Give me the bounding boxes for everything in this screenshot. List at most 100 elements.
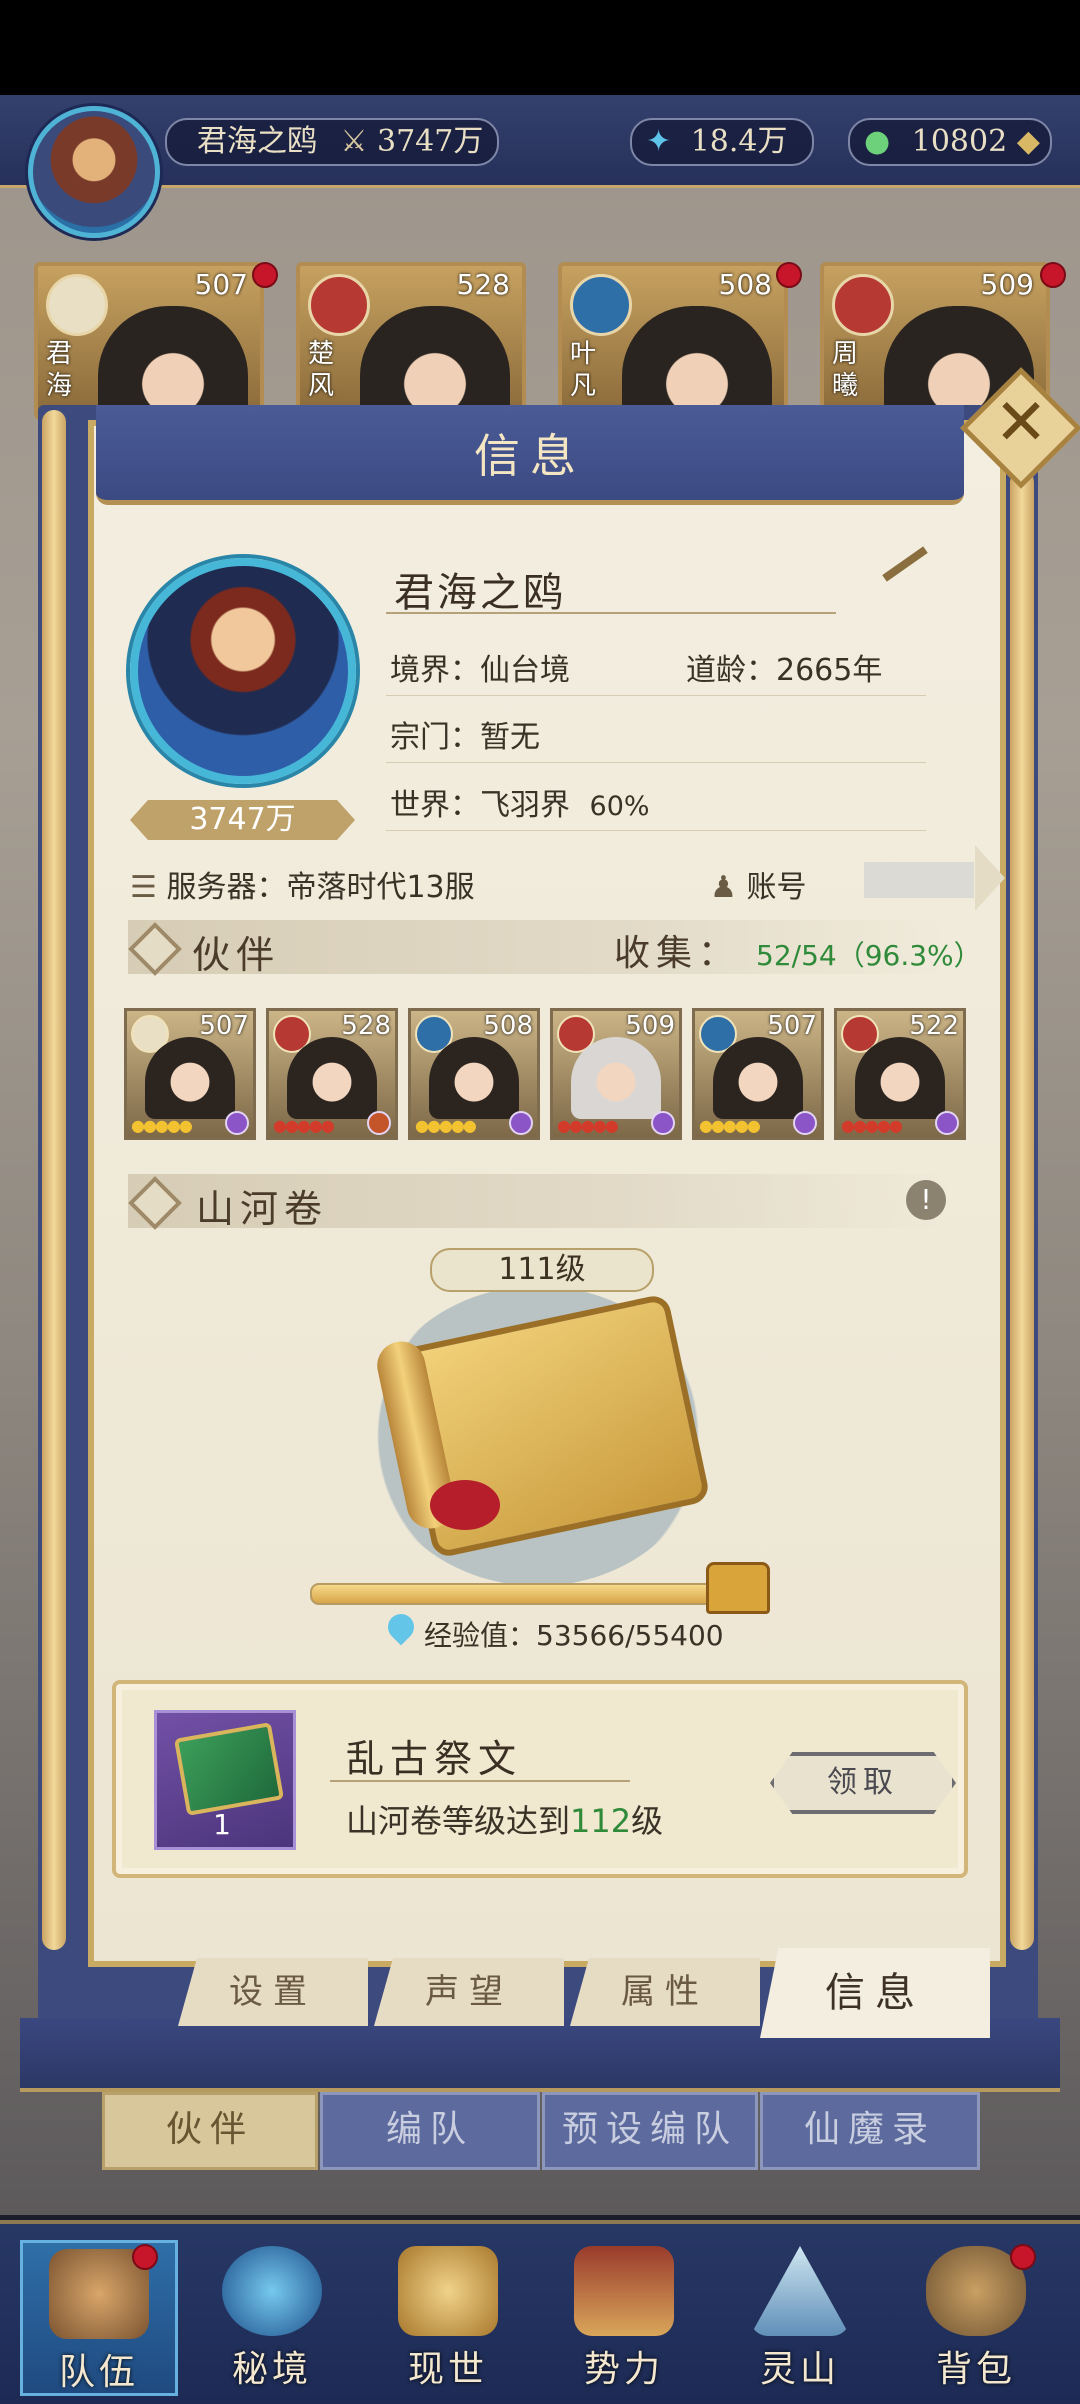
jade-pill[interactable]: ● 10802 ◆ bbox=[848, 118, 1052, 166]
star-rating: ●●●●● bbox=[841, 1116, 903, 1135]
collect-value: 52/54（96.3%） bbox=[756, 939, 982, 972]
add-icon[interactable]: ◆ bbox=[1017, 120, 1040, 164]
subtab-immortal-record[interactable]: 仙魔录 bbox=[760, 2092, 980, 2170]
partner-level: 509 bbox=[980, 268, 1034, 301]
reward-desc-suffix: 级 bbox=[631, 1802, 664, 1840]
scroll-section-title: 山河卷 bbox=[196, 1187, 329, 1231]
partner-card[interactable]: 509 ●●●●● bbox=[550, 1008, 682, 1140]
crystal-value: 18.4万 bbox=[690, 124, 788, 159]
treasure-chest-icon[interactable] bbox=[706, 1562, 770, 1614]
reward-title: 乱古祭文 bbox=[346, 1737, 523, 1781]
account-icon: ♟ bbox=[710, 870, 737, 905]
bg-partner-card[interactable]: 楚风 528 bbox=[296, 262, 526, 420]
nav-label: 队伍 bbox=[58, 2352, 139, 2393]
claim-button[interactable]: 领取 bbox=[770, 1752, 956, 1814]
rank-badge-icon bbox=[651, 1111, 675, 1135]
world-text: 世界：飞羽界 60% bbox=[390, 780, 650, 824]
account-masked-value bbox=[864, 862, 974, 898]
divider bbox=[386, 830, 926, 831]
subtab-preset-formation[interactable]: 预设编队 bbox=[542, 2092, 758, 2170]
realm-text: 境界：仙台境 bbox=[390, 653, 570, 688]
partner-name: 君海 bbox=[46, 339, 73, 401]
partner-card[interactable]: 508 ●●●●● bbox=[408, 1008, 540, 1140]
profile-avatar bbox=[130, 558, 356, 784]
crystal-pill[interactable]: ✦ 18.4万 bbox=[630, 118, 814, 166]
partner-level: 528 bbox=[341, 1011, 391, 1041]
account-row[interactable]: ♟ 账号 bbox=[710, 862, 806, 906]
reward-description: 山河卷等级达到112级 bbox=[346, 1796, 663, 1842]
reward-quantity: 1 bbox=[213, 1808, 231, 1841]
subtab-formation[interactable]: 编队 bbox=[320, 2092, 540, 2170]
profile-power: 3747万 bbox=[189, 802, 296, 837]
palace-icon bbox=[574, 2246, 674, 2336]
nav-spirit-mountain[interactable]: 灵山 bbox=[724, 2240, 876, 2390]
server-text: 服务器：帝落时代13服 bbox=[166, 870, 475, 905]
tab-settings[interactable]: 设置 bbox=[178, 1958, 368, 2026]
subtab-partners[interactable]: 伙伴 bbox=[102, 2092, 318, 2170]
partner-card[interactable]: 507 ●●●●● bbox=[124, 1008, 256, 1140]
left-scroll-pole bbox=[42, 410, 66, 1950]
partners-title: 伙伴 bbox=[192, 933, 281, 977]
crystal-icon: ✦ bbox=[646, 124, 672, 159]
account-label: 账号 bbox=[746, 870, 807, 905]
scroll-icon bbox=[398, 2246, 498, 2336]
fire-element-icon bbox=[308, 274, 370, 336]
jade-value: 10802 bbox=[911, 124, 1008, 159]
notification-dot bbox=[1010, 2244, 1036, 2270]
nav-label: 势力 bbox=[583, 2349, 664, 2390]
bg-partner-card[interactable]: 叶凡 508 bbox=[558, 262, 788, 420]
info-icon[interactable]: ! bbox=[906, 1180, 946, 1220]
partner-level: 509 bbox=[625, 1011, 675, 1041]
nav-label: 背包 bbox=[935, 2349, 1016, 2390]
partner-portrait bbox=[429, 1037, 519, 1119]
nav-faction[interactable]: 势力 bbox=[548, 2240, 700, 2390]
world-name: 世界：飞羽界 bbox=[390, 788, 570, 823]
nav-label: 秘境 bbox=[231, 2349, 312, 2390]
divider bbox=[386, 695, 926, 696]
nav-label: 灵山 bbox=[759, 2349, 840, 2390]
partner-level: 522 bbox=[909, 1011, 959, 1041]
notification-dot bbox=[252, 262, 278, 288]
notification-dot bbox=[776, 262, 802, 288]
status-bar bbox=[0, 0, 1080, 95]
xp-progress-bar bbox=[310, 1583, 724, 1605]
xp-progress-fill bbox=[312, 1585, 709, 1603]
star-rating: ●●●●● bbox=[699, 1116, 761, 1135]
tab-reputation[interactable]: 声望 bbox=[374, 1958, 564, 2026]
reward-desc-prefix: 山河卷等级达到 bbox=[346, 1802, 571, 1840]
scroll-level: 111级 bbox=[430, 1248, 654, 1292]
bg-partner-card[interactable]: 君海 507 bbox=[34, 262, 264, 420]
power-icon: ⚔ bbox=[340, 124, 368, 159]
partner-name: 叶凡 bbox=[570, 339, 597, 401]
server-icon: ☰ bbox=[130, 870, 157, 905]
notification-dot bbox=[1040, 262, 1066, 288]
partner-portrait bbox=[360, 306, 510, 416]
player-avatar[interactable] bbox=[28, 106, 160, 238]
close-icon[interactable]: ✕ bbox=[978, 380, 1064, 466]
sect-text: 宗门：暂无 bbox=[390, 720, 540, 755]
tab-attributes[interactable]: 属性 bbox=[570, 1958, 760, 2026]
partner-card[interactable]: 507 ●●●●● bbox=[692, 1008, 824, 1140]
partner-card[interactable]: 522 ●●●●● bbox=[834, 1008, 966, 1140]
right-scroll-pole bbox=[1010, 470, 1034, 1950]
world-percent: 60% bbox=[589, 791, 650, 822]
partner-level: 507 bbox=[199, 1011, 249, 1041]
partner-level: 528 bbox=[456, 268, 510, 301]
partner-portrait bbox=[571, 1037, 661, 1119]
partner-level: 507 bbox=[194, 268, 248, 301]
reward-title-underline bbox=[330, 1780, 630, 1782]
light-element-icon bbox=[46, 274, 108, 336]
nav-present-world[interactable]: 现世 bbox=[372, 2240, 524, 2390]
profile-name: 君海之鸥 bbox=[394, 570, 566, 616]
scroll-tassel bbox=[430, 1480, 500, 1530]
nav-secret-realm[interactable]: 秘境 bbox=[196, 2240, 348, 2390]
xp-text: 经验值：53566/55400 bbox=[424, 1614, 724, 1654]
player-power: 3747万 bbox=[377, 124, 484, 159]
mountain-icon bbox=[750, 2246, 850, 2336]
divider bbox=[386, 762, 926, 763]
partner-card[interactable]: 528 ●●●●● bbox=[266, 1008, 398, 1140]
tab-info[interactable]: 信息 bbox=[760, 1948, 990, 2038]
nav-label: 现世 bbox=[407, 2349, 488, 2390]
panel-title: 信息 bbox=[474, 429, 586, 483]
xp-label: 经验值： bbox=[424, 1619, 537, 1652]
